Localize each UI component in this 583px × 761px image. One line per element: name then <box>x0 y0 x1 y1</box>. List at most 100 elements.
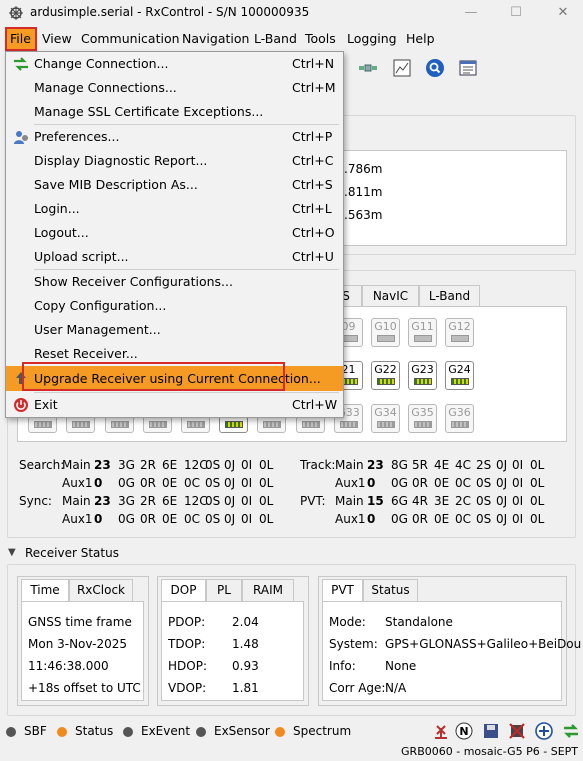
signal-bar-icon <box>225 421 243 428</box>
dop-value: 0.93 <box>232 659 259 673</box>
menu-view[interactable]: View <box>42 31 72 46</box>
signal-bar-icon <box>451 378 469 385</box>
pvt-label: System: <box>329 637 378 651</box>
connection-status-icon[interactable] <box>562 722 580 740</box>
tracking-cell: 4E <box>434 458 450 472</box>
close-button[interactable]: ✕ <box>553 4 573 22</box>
tab-navic[interactable]: NavIC <box>362 285 419 307</box>
tab-dop[interactable]: DOP <box>161 579 206 601</box>
satellite-icon[interactable] <box>358 58 378 78</box>
menu-item-ssl-exceptions[interactable]: Manage SSL Certificate Exceptions... <box>6 100 343 124</box>
dop-label: VDOP: <box>168 681 207 695</box>
satellite-tile[interactable]: G34 <box>371 404 400 433</box>
time-date: Mon 3-Nov-2025 <box>28 637 128 651</box>
menu-item-label: User Management... <box>34 322 161 337</box>
satellite-tile[interactable]: G10 <box>371 318 400 347</box>
menu-navigation[interactable]: Navigation <box>182 31 249 46</box>
menu-item-save-mib[interactable]: Save MIB Description As... Ctrl+S <box>6 173 343 197</box>
minimize-button[interactable]: — <box>461 4 481 22</box>
menu-item-preferences[interactable]: Preferences... Ctrl+P <box>6 125 343 149</box>
tab-rxclock[interactable]: RxClock <box>69 579 133 601</box>
satellite-label: G34 <box>374 406 397 419</box>
tracking-cell: 0L <box>530 494 545 508</box>
satellite-tile[interactable]: G36 <box>445 404 474 433</box>
satellite-tile[interactable]: G11 <box>408 318 437 347</box>
satellite-tile[interactable]: G23 <box>408 361 437 390</box>
tab-pvt[interactable]: PVT <box>322 579 363 601</box>
menu-item-diagnostic-report[interactable]: Display Diagnostic Report... Ctrl+C <box>6 149 343 173</box>
tracking-cell: 0I <box>241 494 253 508</box>
tracking-cell: 23 <box>367 458 384 472</box>
tracking-cell: Main <box>62 494 91 508</box>
signal-bar-icon <box>187 421 205 428</box>
search-icon[interactable] <box>425 58 445 78</box>
menu-file[interactable]: File <box>10 31 31 46</box>
tracking-cell: 0J <box>224 512 236 526</box>
tracking-cell: 0R <box>140 512 156 526</box>
tracking-cell: 0S <box>205 512 221 526</box>
document-icon[interactable] <box>458 58 478 78</box>
status-indicator-label: ExEvent <box>141 724 191 738</box>
tab-pl[interactable]: PL <box>206 579 242 601</box>
pvt-value: None <box>385 659 417 673</box>
menu-item-copy-configuration[interactable]: Copy Configuration... <box>6 294 343 318</box>
satellite-tile[interactable]: G12 <box>445 318 474 347</box>
tracking-cell: Main <box>335 458 364 472</box>
add-icon[interactable] <box>535 722 553 740</box>
menu-item-label: Logout... <box>34 225 89 240</box>
time-clock: 11:46:38.000 <box>28 659 109 673</box>
satellite-tile[interactable]: G22 <box>371 361 400 390</box>
tracking-cell: 2C <box>455 494 472 508</box>
pvt-label: Info: <box>329 659 356 673</box>
chart-icon[interactable] <box>392 58 412 78</box>
collapse-arrow-icon[interactable]: ▼ <box>8 547 16 558</box>
menu-item-shortcut: Ctrl+P <box>292 129 333 144</box>
menu-help[interactable]: Help <box>406 31 435 46</box>
log-off-icon[interactable] <box>508 722 526 740</box>
menu-communication[interactable]: Communication <box>81 31 180 46</box>
menu-lband[interactable]: L-Band <box>254 31 297 46</box>
tracking-cell: 0L <box>259 494 274 508</box>
menu-item-show-configurations[interactable]: Show Receiver Configurations... <box>6 270 343 294</box>
tab-raim[interactable]: RAIM <box>242 579 294 601</box>
menu-item-label: Change Connection... <box>34 56 169 71</box>
tab-lband[interactable]: L-Band <box>419 285 480 307</box>
antenna-off-icon[interactable] <box>432 722 450 740</box>
menu-item-exit[interactable]: Exit Ctrl+W <box>6 393 343 417</box>
tracking-cell: 23 <box>94 494 111 508</box>
tab-status[interactable]: Status <box>363 579 418 601</box>
menu-item-login[interactable]: Login... Ctrl+L <box>6 197 343 221</box>
maximize-button[interactable]: ☐ <box>506 4 526 22</box>
menu-item-manage-connections[interactable]: Manage Connections... Ctrl+M <box>6 76 343 100</box>
tab-time[interactable]: Time <box>21 579 69 601</box>
signal-bar-icon <box>34 421 52 428</box>
app-icon <box>9 6 23 20</box>
menu-tools[interactable]: Tools <box>305 31 336 46</box>
signal-bar-icon <box>377 335 395 342</box>
menu-item-label: Exit <box>34 397 58 412</box>
tracking-cell: 0I <box>241 458 253 472</box>
menu-item-upload-script[interactable]: Upload script... Ctrl+U <box>6 245 343 269</box>
status-led-icon <box>6 727 16 737</box>
tracking-cell: 3E <box>434 494 450 508</box>
satellite-tile[interactable]: G35 <box>408 404 437 433</box>
n-icon[interactable]: N <box>455 722 473 740</box>
position-value-3: .563m <box>344 208 383 222</box>
status-led-icon <box>57 727 67 737</box>
pvt-value: N/A <box>385 681 407 695</box>
menu-item-logout[interactable]: Logout... Ctrl+O <box>6 221 343 245</box>
tracking-cell: 0G <box>391 476 408 490</box>
tracking-cell: 3G <box>118 458 135 472</box>
tracking-cell: 0S <box>205 494 221 508</box>
disk-icon[interactable] <box>482 722 500 740</box>
exit-icon <box>14 398 28 412</box>
pvt-label: Corr Age: <box>329 681 386 695</box>
menu-item-shortcut: Ctrl+O <box>292 225 335 240</box>
menu-item-user-management[interactable]: User Management... <box>6 318 343 342</box>
tracking-cell: 4C <box>455 458 472 472</box>
status-indicator-label: Spectrum <box>293 724 352 738</box>
tracking-cell: 3G <box>118 494 135 508</box>
satellite-tile[interactable]: G24 <box>445 361 474 390</box>
menu-item-change-connection[interactable]: Change Connection... Ctrl+N <box>6 52 343 76</box>
menu-logging[interactable]: Logging <box>347 31 397 46</box>
